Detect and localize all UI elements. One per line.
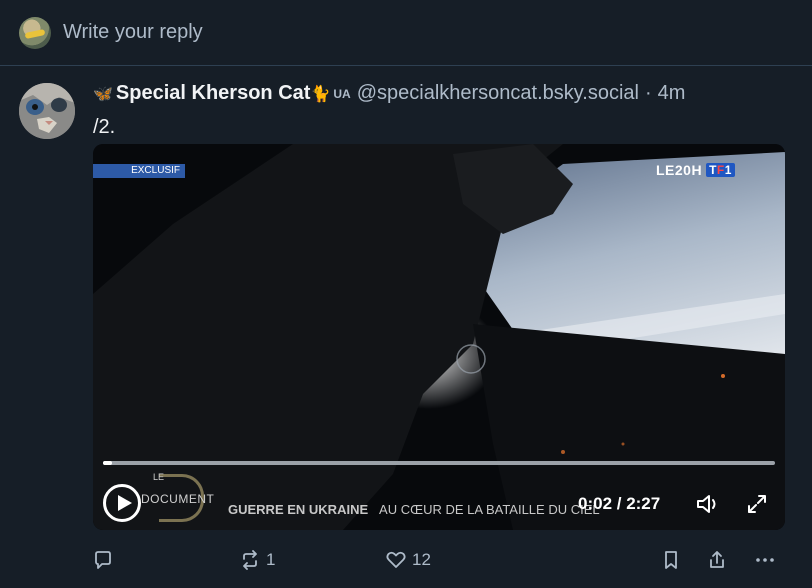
channel-label: LE20H bbox=[656, 162, 703, 178]
bookmark-button[interactable] bbox=[661, 550, 681, 570]
volume-icon[interactable] bbox=[695, 493, 721, 515]
avatar-plane-shape bbox=[24, 28, 46, 40]
post-text: /2. bbox=[93, 116, 116, 138]
separator: · bbox=[644, 82, 652, 104]
cat-emoji: 🐈 bbox=[310, 85, 331, 103]
cat-avatar-image bbox=[19, 83, 75, 139]
repost-icon bbox=[243, 550, 257, 570]
video-progress-bar[interactable] bbox=[103, 461, 775, 465]
reply-button[interactable] bbox=[93, 550, 119, 570]
caption-subtitle: AU CŒUR DE LA BATAILLE DU CIEL bbox=[379, 502, 600, 517]
tf1-logo-1: 1 bbox=[724, 163, 732, 177]
share-icon bbox=[710, 551, 724, 568]
channel-logo: LE20H TF1 bbox=[656, 162, 735, 178]
repost-count: 1 bbox=[266, 550, 276, 569]
tf1-logo-t: T bbox=[709, 163, 717, 177]
post[interactable]: 🦋 Special Kherson Cat 🐈 UA @specialkhers… bbox=[0, 66, 812, 588]
fullscreen-icon[interactable] bbox=[746, 493, 768, 515]
document-logo-word: DOCUMENT bbox=[141, 492, 215, 506]
country-flag: UA bbox=[333, 86, 351, 101]
author-line: 🦋 Special Kherson Cat 🐈 UA @specialkhers… bbox=[93, 82, 685, 105]
more-dots-icon bbox=[756, 558, 774, 562]
butterfly-emoji: 🦋 bbox=[93, 85, 113, 103]
share-button[interactable] bbox=[707, 550, 727, 570]
tf1-logo: TF1 bbox=[706, 163, 735, 177]
post-timestamp[interactable]: 4m bbox=[658, 82, 686, 105]
reply-composer-bar[interactable]: Write your reply bbox=[0, 0, 812, 66]
document-logo: LE DOCUMENT bbox=[141, 472, 223, 522]
more-options-button[interactable] bbox=[755, 550, 775, 570]
reply-icon bbox=[95, 551, 111, 569]
author-name[interactable]: Special Kherson Cat bbox=[116, 82, 311, 105]
author-avatar[interactable] bbox=[19, 83, 75, 139]
post-actions: 1 12 bbox=[93, 550, 785, 572]
video-progress-fill bbox=[103, 461, 113, 465]
like-count: 12 bbox=[412, 550, 431, 569]
author-handle[interactable]: @specialkhersoncat.bsky.social bbox=[357, 82, 639, 105]
reply-placeholder[interactable]: Write your reply bbox=[63, 21, 203, 44]
repost-button[interactable]: 1 bbox=[240, 550, 275, 570]
like-button[interactable]: 12 bbox=[386, 550, 431, 570]
play-icon[interactable] bbox=[103, 484, 141, 522]
exclusive-badge: EXCLUSIF bbox=[93, 164, 185, 178]
tf1-logo-f: F bbox=[716, 163, 725, 177]
caption-title: GUERRE EN UKRAINE bbox=[228, 502, 369, 517]
video-timecode: 0:02 / 2:27 bbox=[578, 494, 661, 513]
bookmark-icon bbox=[665, 551, 677, 569]
user-avatar bbox=[19, 17, 51, 49]
heart-icon bbox=[386, 551, 406, 568]
video-player[interactable]: EXCLUSIF LE20H TF1 LE DOCUMENT GUERRE EN… bbox=[93, 144, 785, 530]
document-logo-le: LE bbox=[153, 472, 165, 482]
video-caption: GUERRE EN UKRAINE AU CŒUR DE LA BATAILLE… bbox=[228, 502, 600, 517]
